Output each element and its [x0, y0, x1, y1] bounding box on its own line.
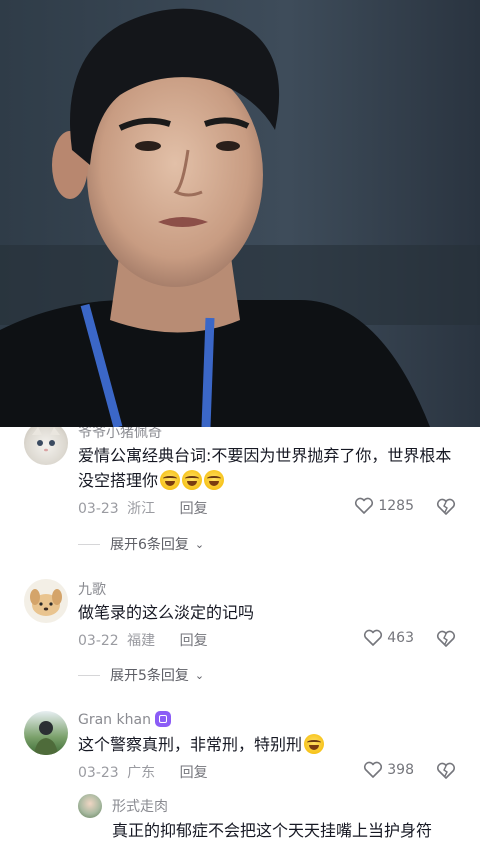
reply-username[interactable]: 形式走肉 — [112, 796, 168, 816]
like-count: 398 — [387, 762, 414, 778]
expand-replies-label: 展开6条回复 — [110, 537, 189, 553]
comment-meta: 03-22 福建 回复 — [78, 630, 208, 650]
laugh-cry-emoji-icon — [182, 470, 203, 490]
like-count: 463 — [387, 630, 414, 646]
reply-text: 真正的抑郁症不会把这个天天挂嘴上当护身符 — [112, 821, 433, 840]
comment-username-text: Gran khan — [78, 712, 151, 728]
cat-avatar-icon — [32, 427, 60, 452]
chevron-down-icon: ⌄ — [194, 537, 205, 551]
dog-avatar-icon — [30, 589, 62, 616]
heart-icon — [355, 497, 374, 514]
expand-replies-button[interactable]: 展开5条回复 ⌄ — [78, 665, 204, 685]
fan-badge-icon — [154, 711, 171, 727]
divider-line — [78, 543, 100, 545]
comment-location: 广东 — [127, 765, 156, 781]
comment-location: 浙江 — [127, 501, 156, 517]
like-button[interactable]: 463 — [363, 629, 414, 647]
divider-line — [78, 674, 100, 676]
reply-user-avatar[interactable] — [78, 794, 102, 818]
heart-icon — [364, 761, 383, 778]
expand-replies-button[interactable]: 展开6条回复 ⌄ — [78, 534, 204, 554]
person-avatar-icon — [34, 721, 58, 755]
comment-text-content: 这个警察真刑，非常刑，特别刑 — [78, 735, 303, 754]
broken-heart-icon[interactable] — [436, 497, 456, 517]
video-frame — [0, 0, 480, 427]
reply-button[interactable]: 回复 — [180, 501, 208, 517]
comment-text: 这个警察真刑，非常刑，特别刑 — [78, 732, 463, 757]
comment-text: 做笔录的这么淡定的记吗 — [78, 603, 255, 622]
reply-button[interactable]: 回复 — [180, 633, 208, 649]
comment-username[interactable]: 爷爷小猪佩奇 — [78, 427, 162, 442]
comment-meta: 03-23 浙江 回复 — [78, 498, 208, 518]
comment-meta: 03-23 广东 回复 — [78, 762, 208, 782]
like-button[interactable]: 398 — [363, 761, 414, 779]
broken-heart-icon[interactable] — [436, 629, 456, 649]
broken-heart-icon[interactable] — [436, 761, 456, 781]
user-avatar[interactable] — [24, 711, 68, 755]
comment-date: 03-22 — [78, 633, 119, 649]
user-avatar[interactable] — [24, 579, 68, 623]
comment-date: 03-23 — [78, 765, 119, 781]
comment-list[interactable]: 爷爷小猪佩奇 爱情公寓经典台词:不要因为世界抛弃了你，世界根本没空搭理你 03-… — [0, 427, 480, 853]
user-avatar[interactable] — [24, 427, 68, 465]
chevron-down-icon: ⌄ — [194, 668, 205, 682]
reply-button[interactable]: 回复 — [180, 765, 208, 781]
comment-text-content: 爱情公寓经典台词:不要因为世界抛弃了你，世界根本没空搭理你 — [78, 446, 452, 490]
heart-icon — [364, 629, 383, 646]
comment-username[interactable]: Gran khan — [78, 711, 171, 728]
comment-username[interactable]: 九歌 — [78, 579, 106, 599]
like-button[interactable]: 1285 — [354, 497, 414, 515]
laugh-cry-emoji-icon — [160, 470, 181, 490]
video-player[interactable] — [0, 0, 480, 427]
comment-date: 03-23 — [78, 501, 119, 517]
comment-location: 福建 — [127, 633, 156, 649]
comment-text: 爱情公寓经典台词:不要因为世界抛弃了你，世界根本没空搭理你 — [78, 443, 463, 493]
expand-replies-label: 展开5条回复 — [110, 668, 189, 684]
laugh-cry-emoji-icon — [204, 470, 225, 490]
laugh-cry-emoji-icon — [304, 734, 325, 754]
like-count: 1285 — [378, 498, 414, 514]
